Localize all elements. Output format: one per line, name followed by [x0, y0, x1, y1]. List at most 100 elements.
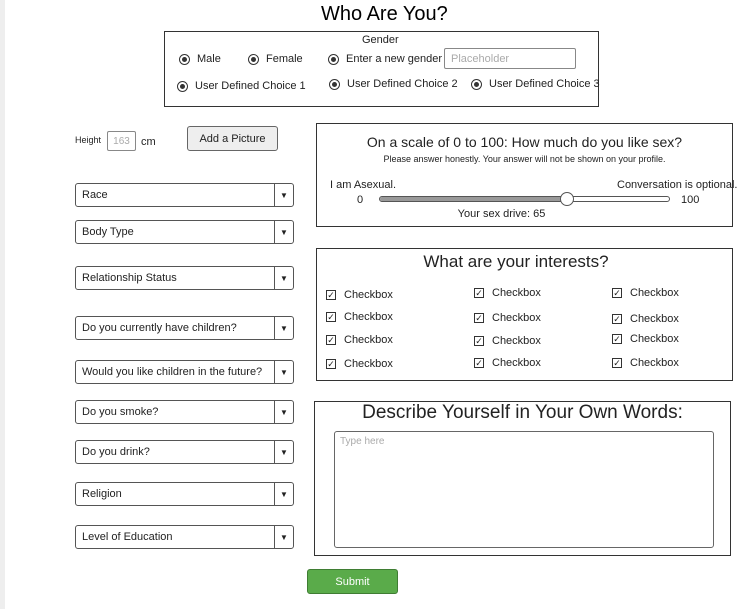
interest-checkbox-3[interactable]: ✓ Checkbox — [326, 311, 393, 323]
height-unit: cm — [141, 136, 156, 148]
left-edge-bar — [0, 0, 5, 609]
radio-selected-icon — [328, 53, 339, 65]
radio-user-choice-1[interactable]: User Defined Choice 1 — [177, 80, 306, 92]
radio-selected-icon — [179, 53, 190, 65]
radio-new-gender[interactable]: Enter a new gender — [328, 53, 442, 65]
select-label: Race — [82, 189, 108, 201]
select-1[interactable]: Body Type ▼ — [75, 220, 294, 244]
chevron-down-icon: ▼ — [274, 526, 293, 548]
select-2[interactable]: Relationship Status ▼ — [75, 266, 294, 290]
radio-user-choice-3[interactable]: User Defined Choice 3 — [471, 78, 600, 90]
interest-checkbox-7[interactable]: ✓ Checkbox — [474, 335, 541, 347]
checkmark-icon: ✓ — [474, 312, 484, 323]
checkmark-icon: ✓ — [612, 333, 622, 344]
radio-selected-icon — [471, 78, 482, 90]
new-gender-input[interactable]: Placeholder — [444, 48, 576, 69]
select-label: Level of Education — [82, 531, 173, 543]
checkbox-label: Checkbox — [492, 312, 541, 324]
interest-checkbox-11[interactable]: ✓ Checkbox — [612, 357, 679, 369]
checkmark-icon: ✓ — [612, 357, 622, 368]
radio-user-choice-3-label: User Defined Choice 3 — [489, 78, 600, 90]
radio-selected-icon — [248, 53, 259, 65]
interests-title: What are your interests? — [423, 252, 609, 271]
chevron-down-icon: ▼ — [274, 184, 293, 206]
scale-right-label: Conversation is optional. — [617, 179, 738, 191]
radio-selected-icon — [177, 80, 188, 92]
describe-title: Describe Yourself in Your Own Words: — [362, 402, 683, 423]
interest-checkbox-2[interactable]: ✓ Checkbox — [612, 287, 679, 299]
checkmark-icon: ✓ — [326, 311, 336, 322]
checkbox-label: Checkbox — [630, 357, 679, 369]
checkmark-icon: ✓ — [612, 313, 622, 324]
scale-question: On a scale of 0 to 100: How much do you … — [366, 134, 683, 150]
checkbox-label: Checkbox — [492, 335, 541, 347]
select-7[interactable]: Religion ▼ — [75, 482, 294, 506]
checkmark-icon: ✓ — [474, 287, 484, 298]
chevron-down-icon: ▼ — [274, 483, 293, 505]
checkmark-icon: ✓ — [326, 334, 336, 345]
checkbox-label: Checkbox — [344, 358, 393, 370]
select-0[interactable]: Race ▼ — [75, 183, 294, 207]
checkbox-label: Checkbox — [492, 357, 541, 369]
select-4[interactable]: Would you like children in the future? ▼ — [75, 360, 294, 384]
interest-checkbox-5[interactable]: ✓ Checkbox — [612, 313, 679, 325]
interest-checkbox-4[interactable]: ✓ Checkbox — [474, 312, 541, 324]
checkbox-label: Checkbox — [630, 287, 679, 299]
select-label: Relationship Status — [82, 272, 177, 284]
select-label: Do you currently have children? — [82, 322, 237, 334]
checkbox-label: Checkbox — [630, 333, 679, 345]
page-title: Who Are You? — [321, 3, 448, 25]
checkbox-label: Checkbox — [492, 287, 541, 299]
chevron-down-icon: ▼ — [274, 317, 293, 339]
height-input[interactable]: 163 — [107, 131, 136, 151]
select-label: Would you like children in the future? — [82, 366, 263, 378]
select-label: Do you drink? — [82, 446, 150, 458]
interest-checkbox-6[interactable]: ✓ Checkbox — [326, 334, 393, 346]
scale-min: 0 — [357, 194, 364, 206]
select-5[interactable]: Do you smoke? ▼ — [75, 400, 294, 424]
chevron-down-icon: ▼ — [274, 441, 293, 463]
interest-checkbox-0[interactable]: ✓ Checkbox — [326, 289, 393, 301]
radio-selected-icon — [329, 78, 340, 90]
chevron-down-icon: ▼ — [274, 267, 293, 289]
select-label: Do you smoke? — [82, 406, 159, 418]
gender-legend: Gender — [362, 34, 399, 46]
select-label: Religion — [82, 488, 122, 500]
checkbox-label: Checkbox — [344, 289, 393, 301]
checkmark-icon: ✓ — [474, 335, 484, 346]
scale-note: Please answer honestly. Your answer will… — [383, 154, 666, 164]
add-picture-button[interactable]: Add a Picture — [187, 126, 278, 151]
interest-checkbox-1[interactable]: ✓ Checkbox — [474, 287, 541, 299]
checkbox-label: Checkbox — [630, 313, 679, 325]
chevron-down-icon: ▼ — [274, 361, 293, 383]
radio-user-choice-2[interactable]: User Defined Choice 2 — [329, 78, 458, 90]
radio-male[interactable]: Male — [179, 53, 221, 65]
scale-max: 100 — [681, 194, 700, 206]
select-8[interactable]: Level of Education ▼ — [75, 525, 294, 549]
checkmark-icon: ✓ — [612, 287, 622, 298]
select-3[interactable]: Do you currently have children? ▼ — [75, 316, 294, 340]
radio-female-label: Female — [266, 53, 303, 65]
checkmark-icon: ✓ — [474, 357, 484, 368]
radio-user-choice-2-label: User Defined Choice 2 — [347, 78, 458, 90]
chevron-down-icon: ▼ — [274, 401, 293, 423]
interest-checkbox-10[interactable]: ✓ Checkbox — [474, 357, 541, 369]
slider-track[interactable] — [379, 196, 670, 202]
slider-fill — [380, 197, 570, 201]
interest-checkbox-9[interactable]: ✓ Checkbox — [326, 358, 393, 370]
submit-button[interactable]: Submit — [307, 569, 398, 594]
radio-new-gender-label: Enter a new gender — [346, 53, 443, 65]
select-label: Body Type — [82, 226, 134, 238]
checkbox-label: Checkbox — [344, 334, 393, 346]
height-label: Height — [75, 135, 102, 145]
checkmark-icon: ✓ — [326, 289, 336, 300]
interest-checkbox-8[interactable]: ✓ Checkbox — [612, 333, 679, 345]
scale-left-label: I am Asexual. — [330, 179, 397, 191]
radio-female[interactable]: Female — [248, 53, 303, 65]
select-6[interactable]: Do you drink? ▼ — [75, 440, 294, 464]
describe-textarea[interactable]: Type here — [334, 431, 714, 548]
checkmark-icon: ✓ — [326, 358, 336, 369]
slider-readout: Your sex drive: 65 — [457, 208, 546, 220]
checkbox-label: Checkbox — [344, 311, 393, 323]
radio-male-label: Male — [197, 53, 221, 65]
